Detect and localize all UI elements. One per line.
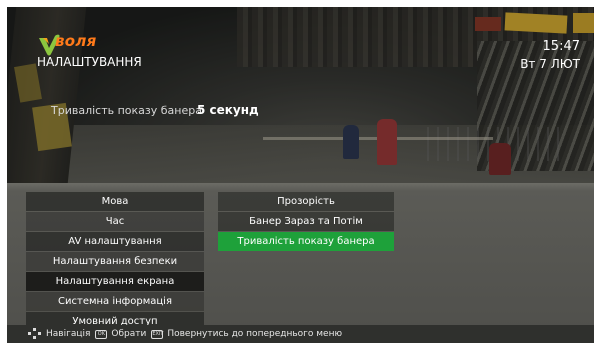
navigation-arrows-icon — [28, 328, 42, 340]
submenu-item-now-next-banner[interactable]: Банер Зараз та Потім — [218, 212, 394, 231]
banner-duration-value[interactable]: 5 секунд — [197, 103, 259, 117]
menu-item-av-settings[interactable]: AV налаштування — [26, 232, 204, 251]
settings-category-list: Мова Час AV налаштування Налаштування бе… — [26, 192, 204, 332]
submenu-item-transparency[interactable]: Прозорість — [218, 192, 394, 211]
menu-item-system-info[interactable]: Системна інформація — [26, 292, 204, 311]
exit-key-icon: EXIT — [151, 329, 164, 339]
menu-item-language[interactable]: Мова — [26, 192, 204, 211]
menu-item-security-settings[interactable]: Налаштування безпеки — [26, 252, 204, 271]
clock: 15:47 — [542, 39, 580, 54]
help-bar: Навігація OK Обрати EXIT Повернутись до … — [7, 325, 594, 343]
date: Вт 7 ЛЮТ — [520, 57, 580, 71]
back-hint-label: Повернутись до попереднього меню — [167, 329, 343, 339]
screen-settings-submenu: Прозорість Банер Зараз та Потім Триваліс… — [218, 192, 394, 252]
nav-hint-label: Навігація — [46, 329, 91, 339]
brand-name: воля — [55, 32, 97, 50]
menu-item-time[interactable]: Час — [26, 212, 204, 231]
tv-screen: воля НАЛАШТУВАННЯ 15:47 Вт 7 ЛЮТ Тривалі… — [7, 7, 594, 343]
submenu-item-banner-duration[interactable]: Тривалість показу банера — [218, 232, 394, 251]
settings-menu-panel: Мова Час AV налаштування Налаштування бе… — [7, 183, 594, 343]
banner-duration-label: Тривалість показу банера — [51, 104, 202, 117]
page-title: НАЛАШТУВАННЯ — [37, 55, 142, 69]
ok-key-icon: OK — [95, 329, 108, 339]
menu-item-screen-settings[interactable]: Налаштування екрана — [26, 272, 204, 291]
select-hint-label: Обрати — [111, 329, 147, 339]
